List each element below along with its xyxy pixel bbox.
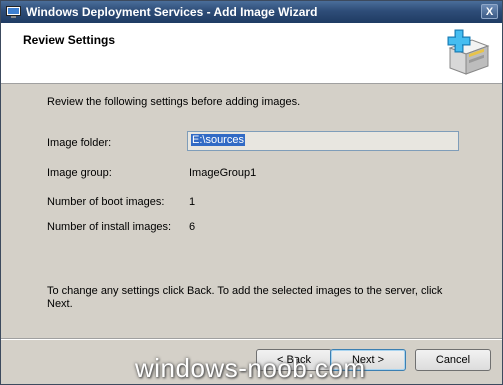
image-group-value: ImageGroup1 xyxy=(189,167,257,179)
title-bar[interactable]: Windows Deployment Services - Add Image … xyxy=(1,1,502,23)
intro-text: Review the following settings before add… xyxy=(47,96,301,108)
image-group-label: Image group: xyxy=(47,167,112,179)
image-folder-field[interactable]: E:\sources xyxy=(187,131,459,151)
image-folder-value: E:\sources xyxy=(191,134,245,146)
page-title: Review Settings xyxy=(23,33,116,47)
footer-divider xyxy=(1,338,502,340)
app-icon xyxy=(6,5,21,19)
watermark-text: windows-noob.com xyxy=(135,353,366,383)
window-title: Windows Deployment Services - Add Image … xyxy=(26,5,318,19)
wizard-header: Review Settings xyxy=(1,23,502,84)
image-folder-label: Image folder: xyxy=(47,137,112,149)
server-add-icon xyxy=(442,26,494,78)
wizard-window: Windows Deployment Services - Add Image … xyxy=(0,0,503,385)
install-images-label: Number of install images: xyxy=(47,221,172,233)
boot-images-label: Number of boot images: xyxy=(47,196,165,208)
close-button[interactable]: X xyxy=(481,4,498,19)
instructions-text: To change any settings click Back. To ad… xyxy=(47,285,443,310)
wizard-content: Review the following settings before add… xyxy=(1,84,502,338)
install-images-value: 6 xyxy=(189,221,196,233)
boot-images-value: 1 xyxy=(189,196,196,208)
cancel-button[interactable]: Cancel xyxy=(415,349,491,371)
